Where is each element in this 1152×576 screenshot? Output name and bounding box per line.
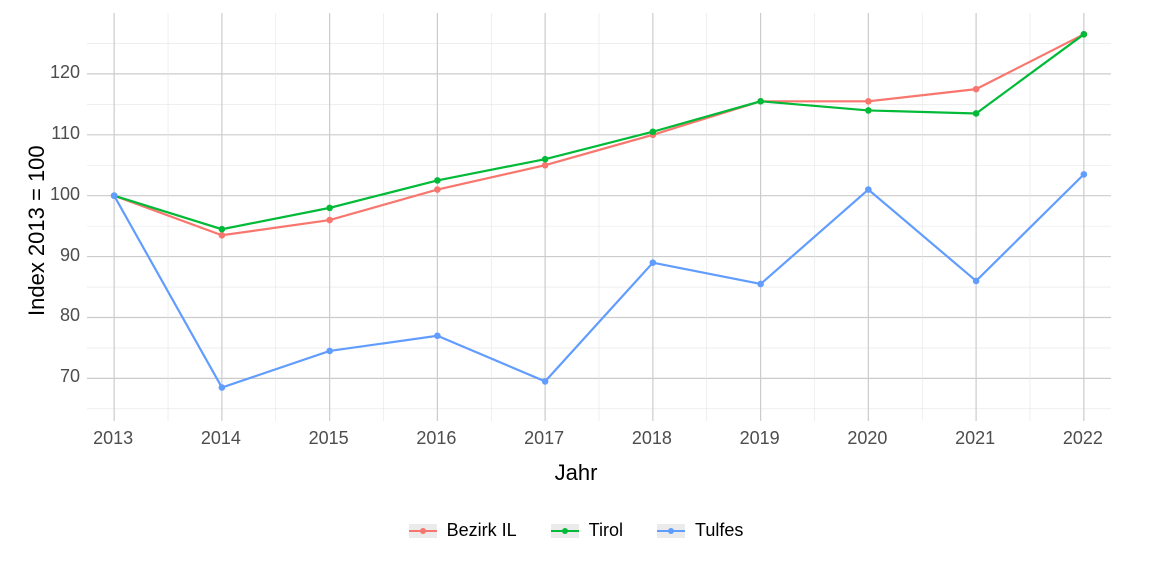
- data-point: [219, 232, 226, 239]
- x-tick-label: 2017: [520, 428, 568, 449]
- data-point: [219, 384, 226, 391]
- legend-label: Tulfes: [695, 520, 743, 541]
- legend-item: Bezirk IL: [409, 520, 517, 541]
- data-point: [219, 226, 226, 233]
- data-point: [542, 156, 549, 163]
- data-point: [326, 205, 333, 212]
- data-point: [757, 98, 764, 105]
- data-point: [865, 98, 872, 105]
- x-tick-label: 2022: [1059, 428, 1107, 449]
- x-tick-label: 2015: [305, 428, 353, 449]
- data-point: [326, 348, 333, 355]
- x-tick-label: 2018: [628, 428, 676, 449]
- data-point: [434, 177, 441, 184]
- data-point: [434, 332, 441, 339]
- data-point: [865, 107, 872, 114]
- data-point: [973, 110, 980, 117]
- legend-item: Tirol: [551, 520, 623, 541]
- legend: Bezirk IL Tirol Tulfes: [0, 520, 1152, 541]
- x-tick-label: 2016: [412, 428, 460, 449]
- y-axis-title: Index 2013 = 100: [24, 96, 50, 316]
- data-point: [111, 192, 118, 199]
- x-tick-label: 2020: [843, 428, 891, 449]
- x-tick-label: 2021: [951, 428, 999, 449]
- x-axis-title: Jahr: [0, 460, 1152, 486]
- data-point: [650, 259, 657, 266]
- series-layer: [87, 13, 1111, 421]
- y-tick-label: 120: [40, 62, 80, 83]
- data-point: [542, 378, 549, 385]
- data-point: [757, 281, 764, 288]
- series-line: [114, 34, 1084, 229]
- data-point: [326, 217, 333, 224]
- data-point: [973, 278, 980, 285]
- legend-label: Tirol: [589, 520, 623, 541]
- data-point: [1081, 171, 1088, 178]
- x-tick-label: 2014: [197, 428, 245, 449]
- y-tick-label: 70: [40, 366, 80, 387]
- series-line: [114, 174, 1084, 387]
- data-point: [865, 186, 872, 193]
- chart-root: 2013 2014 2015 2016 2017 2018 2019 2020 2021 2022…: [0, 0, 1152, 576]
- data-point: [1081, 31, 1088, 38]
- legend-item: Tulfes: [657, 520, 743, 541]
- x-tick-label: 2019: [736, 428, 784, 449]
- data-point: [973, 86, 980, 93]
- legend-swatch: [409, 524, 437, 538]
- series-line: [114, 34, 1084, 235]
- data-point: [650, 128, 657, 135]
- legend-label: Bezirk IL: [447, 520, 517, 541]
- legend-swatch: [657, 524, 685, 538]
- legend-swatch: [551, 524, 579, 538]
- data-point: [434, 186, 441, 193]
- plot-area: [86, 12, 1112, 422]
- data-point: [542, 162, 549, 169]
- x-tick-label: 2013: [89, 428, 137, 449]
